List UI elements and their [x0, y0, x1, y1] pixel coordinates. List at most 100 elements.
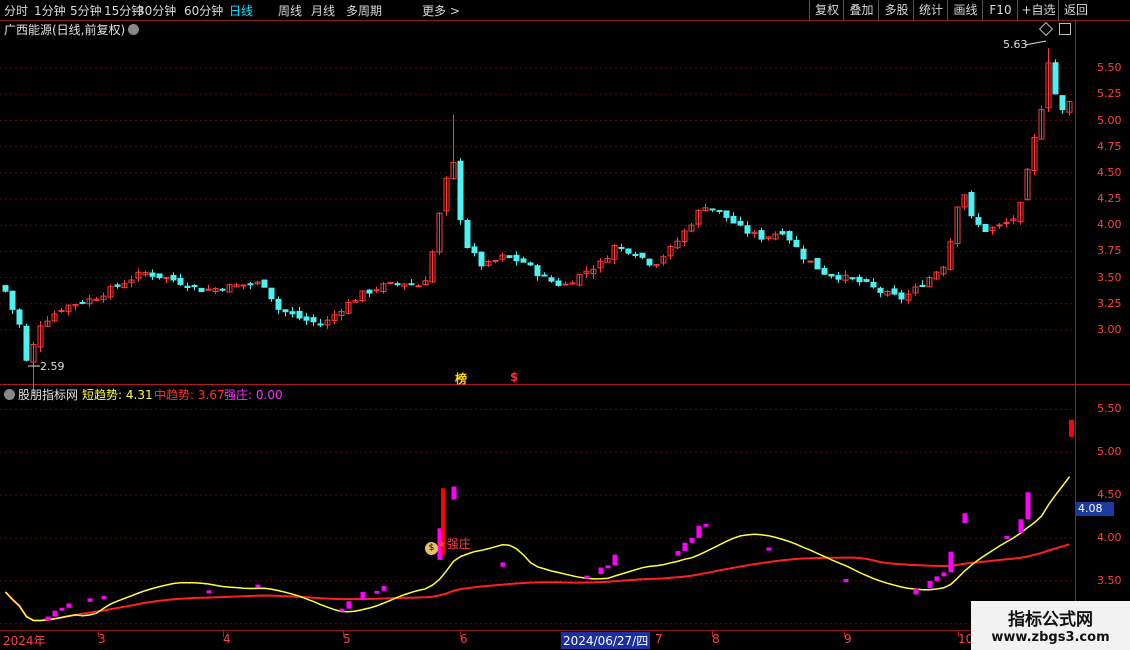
watermark: 指标公式网 www.zbgs3.com: [971, 601, 1130, 650]
strong-bar: [52, 610, 58, 617]
candle-body: [506, 255, 513, 258]
date-label: 4: [223, 632, 231, 646]
candle-body: [205, 288, 212, 291]
strong-bar: [598, 567, 604, 574]
date-label: 3: [98, 632, 106, 646]
candle-body: [149, 272, 156, 277]
candle-body: [982, 223, 989, 232]
indicator-tick-label: 4.00: [1097, 531, 1122, 544]
end-bar: [1069, 419, 1074, 437]
strong-bar: [766, 547, 772, 551]
indicator-tick-label: 5.00: [1097, 445, 1122, 459]
candle-body: [240, 284, 247, 287]
strong-annotation: ★强庄: [436, 537, 471, 551]
price-tick-label: 3.00: [1097, 322, 1122, 336]
candlestick-chart[interactable]: [0, 0, 1075, 650]
candle-body: [849, 277, 856, 280]
candle-body: [296, 310, 303, 319]
strong-bar: [360, 591, 366, 600]
candle-body: [247, 283, 254, 286]
candle-body: [527, 262, 534, 266]
short-trend-line: [4, 476, 1071, 622]
date-tick: [712, 631, 713, 637]
candle-body: [856, 276, 863, 283]
candle-body: [744, 225, 751, 234]
strong-bar: [339, 608, 345, 612]
candle-body: [492, 259, 499, 262]
mid-trend-label: 中趋势: 3.67: [154, 388, 225, 402]
indicator-tick-label: 3.50: [1097, 573, 1122, 587]
candle-body: [79, 301, 86, 304]
strong-bar: [381, 586, 387, 591]
candle-body: [996, 224, 1003, 227]
strong-bar: [843, 578, 849, 583]
indicator-tick-label: 5.50: [1097, 402, 1122, 416]
mid-trend-line: [4, 543, 1070, 622]
candle-body: [1059, 95, 1066, 111]
candle-body: [457, 160, 464, 221]
candle-body: [779, 231, 786, 235]
strong-bar: [689, 537, 695, 543]
candle-body: [394, 283, 401, 286]
candle-body: [821, 268, 828, 275]
candle-body: [639, 252, 646, 258]
candle-body: [177, 277, 184, 285]
strong-bar: [584, 575, 590, 579]
candle-body: [723, 210, 730, 218]
candle-body: [2, 285, 9, 292]
date-tick: [460, 631, 461, 637]
candle-body: [828, 273, 835, 277]
current-value-tag: 4.08: [1075, 502, 1114, 516]
candle-body: [898, 292, 905, 300]
low-price-label: 2.59: [40, 360, 65, 373]
indicator-menu-icon[interactable]: [4, 389, 15, 400]
candle-body: [16, 309, 23, 325]
strong-bar: [675, 551, 681, 556]
candle-body: [814, 258, 821, 270]
candle-body: [562, 283, 569, 286]
date-tick: [343, 631, 344, 637]
candle-body: [198, 287, 205, 292]
strong-label: 强庄: 0.00: [224, 388, 283, 402]
candle-body: [282, 309, 289, 313]
candle-body: [541, 274, 548, 277]
candle-body: [709, 208, 716, 211]
strong-bar: [87, 598, 93, 602]
date-tick: [958, 631, 959, 637]
date-label: 2024/06/27/四: [561, 632, 651, 649]
candle-body: [863, 279, 870, 282]
candle-body: [807, 260, 814, 263]
strong-bar: [962, 513, 968, 524]
candle-body: [268, 287, 275, 300]
candle-body: [548, 277, 555, 282]
candle-body: [618, 246, 625, 249]
candle-body: [303, 316, 310, 321]
candle-body: [1052, 62, 1059, 95]
candle-body: [534, 265, 541, 277]
price-tick-label: 5.00: [1097, 113, 1122, 127]
strong-bar: [374, 590, 380, 594]
candle-body: [968, 192, 975, 217]
price-tick-label: 4.25: [1097, 192, 1122, 206]
candle-body: [975, 217, 982, 225]
strong-bar: [1004, 535, 1010, 539]
candle-body: [289, 311, 296, 315]
strong-bar: [948, 551, 954, 573]
strong-bar: [913, 588, 919, 595]
candle-body: [877, 287, 884, 293]
candle-body: [23, 325, 30, 361]
strong-bar: [45, 616, 51, 621]
candle-body: [716, 210, 723, 213]
candle-body: [9, 290, 16, 310]
strong-bar: [605, 565, 611, 569]
date-tick: [844, 631, 845, 637]
candle-body: [317, 323, 324, 326]
high-price-label: 5.63: [1003, 38, 1028, 51]
candle-body: [737, 220, 744, 226]
candle-body: [891, 288, 898, 295]
candle-body: [261, 279, 268, 288]
date-label: 5: [343, 632, 351, 646]
date-label: 2024年: [3, 634, 46, 648]
strong-bar: [101, 596, 107, 600]
date-axis: 2024年 3 4 5 6 2024/06/27/四 7 8 9 10: [0, 630, 1075, 649]
